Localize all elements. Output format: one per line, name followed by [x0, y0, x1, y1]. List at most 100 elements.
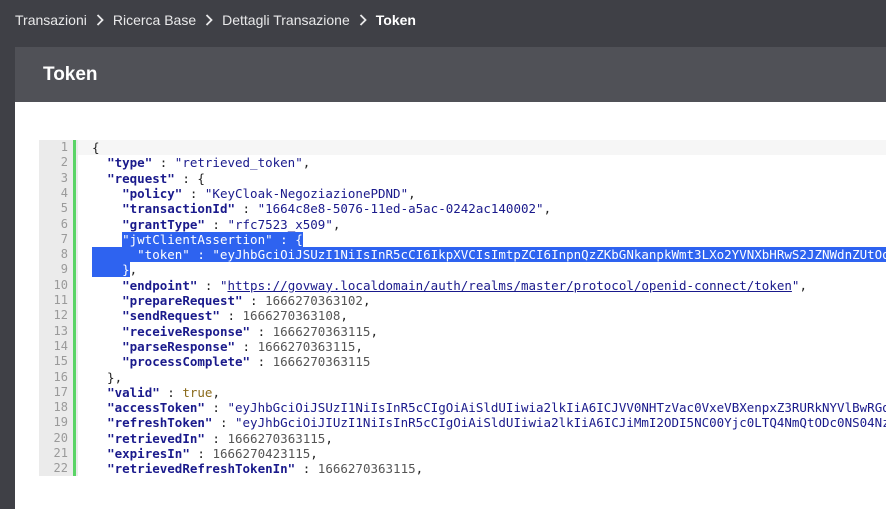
code-token: "transactionId": [122, 201, 235, 217]
code-token: 1666270363115: [257, 338, 356, 354]
code-token: "prepareRequest": [122, 293, 243, 308]
code-token: 1666270363108: [242, 308, 341, 324]
code-line: "jwtClientAssertion" : {: [92, 231, 303, 247]
code-token: https://govway.localdomain/auth/realms/m…: [227, 277, 792, 293]
code-token: ,: [799, 277, 807, 293]
line-number: 12: [53, 308, 68, 323]
code-token: :: [204, 430, 228, 446]
code-token: 1666270363115: [272, 354, 371, 370]
code-token: 1666270363115: [317, 461, 416, 477]
code-token: "rfc7523_x509": [227, 216, 333, 232]
line-number: 22: [53, 461, 68, 476]
code-token: 1666270363102: [265, 293, 363, 308]
card-body: 1 2 3 4 5 6 7 8 9 10 11 12 13 14 15 16 17 18 19 20 21 22{ "ty…: [15, 102, 886, 509]
code-token: "accessToken": [107, 400, 205, 416]
selected-text: }: [92, 262, 130, 278]
code-token: ,: [325, 430, 333, 446]
code-token: },: [92, 369, 123, 385]
active-line-highlight: [78, 140, 886, 156]
line-number: 7: [60, 231, 68, 246]
code-editor[interactable]: 1 2 3 4 5 6 7 8 9 10 11 12 13 14 15 16 17 18 19 20 21 22{ "ty…: [39, 140, 886, 479]
code-token: "eyJhbGciOiJSUzI1NiIsInR5cCIgOiAiSldUIiw…: [227, 400, 886, 416]
code-line: "processComplete" : 1666270363115: [92, 354, 370, 369]
code-token: :: [242, 293, 266, 308]
code-token: 1666270423115: [212, 446, 311, 461]
code-token: "processComplete": [122, 354, 251, 370]
code-line: "type" : "retrieved_token",: [92, 155, 310, 170]
line-number: 9: [60, 262, 68, 277]
code-line: "accessToken" : "eyJhbGciOiJSUzI1NiIsInR…: [92, 400, 886, 415]
code-token: "receiveResponse": [122, 323, 251, 339]
code-token: 1666270363115: [227, 430, 326, 446]
line-number: 14: [53, 338, 68, 353]
line-number: 10: [53, 277, 68, 292]
code-token: "parseResponse": [122, 338, 235, 354]
chevron-right-icon: [205, 14, 213, 26]
code-token: ,: [129, 262, 138, 278]
code-token: "1664c8e8-5076-11ed-a5ac-0242ac140002": [257, 201, 544, 217]
code-token: :: [204, 400, 228, 416]
code-token: :: [235, 201, 258, 217]
code-token: "retrievedRefreshTokenIn": [107, 461, 296, 477]
line-number: 21: [53, 446, 68, 460]
code-line: "endpoint" : "https://govway.localdomain…: [92, 278, 807, 293]
code-line: "expiresIn" : 1666270423115,: [92, 446, 318, 461]
gutter-border: [73, 140, 76, 476]
line-number: 17: [53, 384, 68, 399]
breadcrumb-item-dettagli-transazione[interactable]: Dettagli Transazione: [222, 12, 350, 28]
card-header: Token: [15, 47, 886, 102]
code-token: "KeyCloak-NegoziazionePDND": [204, 185, 409, 201]
code-token: ,: [415, 461, 424, 477]
code-line: "prepareRequest" : 1666270363102,: [92, 293, 370, 308]
line-number: 11: [53, 293, 68, 307]
line-number: 3: [60, 170, 68, 185]
code-token: "eyJhbGciOiJIUzI1NiIsInR5cCIgOiAiSldUIiw…: [235, 415, 886, 431]
code-line: "token" : "eyJhbGciOiJSUzI1NiIsInR5cCI6I…: [92, 247, 886, 263]
code-line: "sendRequest" : 1666270363108,: [92, 308, 348, 323]
code-token: ,: [370, 323, 378, 339]
code-line: "refreshToken" : "eyJhbGciOiJIUzI1NiIsIn…: [92, 415, 886, 430]
code-line: "retrievedIn" : 1666270363115,: [92, 431, 333, 446]
code-token: :: [250, 354, 273, 370]
code-token: ,: [212, 384, 220, 400]
code-token: ,: [302, 155, 311, 171]
code-token: "refreshToken": [107, 415, 213, 431]
code-token: : {: [174, 170, 205, 186]
code-token: :: [152, 155, 175, 171]
code-token: "valid": [107, 384, 160, 400]
code-token: :: [219, 308, 243, 324]
code-token: "sendRequest": [122, 308, 220, 324]
code-token: "type": [107, 155, 153, 171]
code-line: "valid" : true,: [92, 385, 220, 400]
chevron-right-icon: [96, 14, 104, 26]
code-token: :: [204, 216, 228, 232]
code-token: :: [295, 461, 318, 477]
breadcrumb-item-ricerca-base[interactable]: Ricerca Base: [113, 12, 196, 28]
line-number: 13: [53, 323, 68, 338]
line-number: 20: [53, 430, 68, 445]
line-number: 2: [60, 155, 68, 170]
line-number: 1: [60, 140, 68, 154]
selected-text: "jwtClientAssertion" : {: [122, 231, 303, 247]
code-token: "grantType": [122, 216, 205, 232]
line-number: 6: [60, 216, 68, 231]
code-token: ,: [408, 185, 416, 201]
page-title: Token: [43, 63, 98, 85]
code-line: "retrievedRefreshTokenIn" : 166627036311…: [92, 461, 423, 476]
breadcrumb-item-transazioni[interactable]: Transazioni: [15, 12, 87, 28]
code-line: "grantType" : "rfc7523_x509",: [92, 217, 340, 232]
code-token: ,: [340, 308, 348, 324]
code-token: ,: [332, 216, 341, 232]
code-line: "request" : {: [92, 171, 205, 186]
